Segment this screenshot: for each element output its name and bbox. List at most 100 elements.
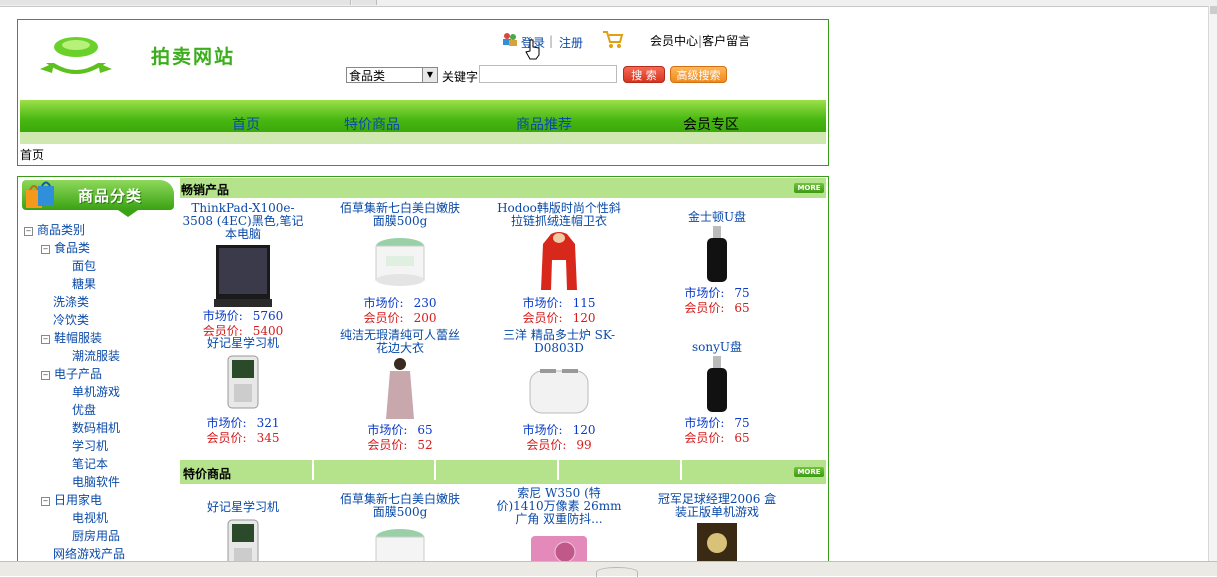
product-name[interactable]: 纯洁无瑕清纯可人蕾丝花边大衣 — [335, 329, 465, 355]
market-price: 市场价: 75 — [684, 416, 750, 430]
market-price: 市场价: 120 — [522, 423, 596, 437]
product-name[interactable]: Hodoo韩版时尚个性斜拉链抓绒连帽卫衣 — [494, 202, 624, 228]
product-name[interactable]: ThinkPad-X100e-3508 (4EC)黑色,笔记本电脑 — [178, 202, 308, 241]
collapse-icon[interactable]: − — [24, 227, 33, 236]
usb-drive-image[interactable] — [704, 356, 730, 416]
product-name[interactable]: 三洋 精品多士炉 SK-D0803D — [494, 329, 624, 355]
site-name: 拍卖网站 — [151, 46, 236, 68]
special-section-header: 特价商品 MORE — [180, 460, 826, 484]
tree-item-laptops[interactable]: 笔记本 — [72, 455, 108, 472]
main-nav: 首页 特价商品 商品推荐 会员专区 — [20, 100, 826, 144]
product-card[interactable]: 佰草集新七白美白嫩肤面膜500g 市场价: 230 会员价: 200 — [335, 202, 465, 326]
product-name[interactable]: 索尼 W350 (特价)1410万像素 26mm广角 双重防抖... — [494, 487, 624, 526]
category-select[interactable]: 食品类 ▼ — [346, 67, 438, 83]
member-price: 会员价: 345 — [206, 431, 280, 445]
category-title: 商品分类 — [78, 187, 143, 205]
product-card[interactable]: 冠军足球经理2006 盒装正版单机游戏 — [652, 493, 782, 567]
product-card[interactable]: 好记星学习机 — [178, 501, 308, 567]
breadcrumb: 首页 — [20, 148, 45, 162]
tree-item-kitchen[interactable]: 厨房用品 — [72, 527, 120, 544]
guestbook-link[interactable]: 客户留言 — [702, 34, 750, 48]
product-area: 畅销产品 MORE ThinkPad-X100e-3508 (4EC)黑色,笔记… — [178, 176, 829, 568]
browser-tabstrip — [0, 0, 1217, 7]
laptop-image[interactable] — [214, 243, 272, 309]
more-button[interactable]: MORE — [794, 467, 824, 477]
tree-item-food[interactable]: − 食品类 — [41, 239, 90, 256]
nav-recommended[interactable]: 商品推荐 — [516, 114, 572, 134]
member-price: 会员价: 52 — [367, 438, 433, 452]
collapse-icon[interactable]: − — [41, 371, 50, 380]
tree-item-learning[interactable]: 学习机 — [72, 437, 108, 454]
tree-item-fashion[interactable]: 潮流服装 — [72, 347, 120, 364]
search-button[interactable]: 搜 索 — [623, 66, 665, 83]
browser-tab[interactable] — [0, 0, 351, 5]
learning-device-image[interactable] — [226, 354, 260, 410]
users-icon — [503, 33, 517, 46]
product-card[interactable]: 纯洁无瑕清纯可人蕾丝花边大衣 市场价: 65 会员价: 52 — [335, 329, 465, 453]
more-button[interactable]: MORE — [794, 183, 824, 193]
product-card[interactable]: 三洋 精品多士炉 SK-D0803D 市场价: 120 会员价: 99 — [494, 329, 624, 453]
product-name[interactable]: 好记星学习机 — [178, 501, 308, 514]
face-mask-image[interactable] — [370, 230, 430, 296]
product-card[interactable]: 好记星学习机 市场价: 321 会员价: 345 — [178, 337, 308, 446]
toaster-image[interactable] — [526, 357, 592, 423]
tree-item-software[interactable]: 电脑软件 — [72, 473, 120, 490]
nav-specials[interactable]: 特价商品 — [344, 114, 400, 134]
tree-root[interactable]: − 商品类别 — [24, 221, 85, 238]
category-header-tail — [118, 210, 138, 217]
product-name[interactable]: 佰草集新七白美白嫩肤面膜500g — [335, 202, 465, 228]
hoodie-image[interactable] — [539, 230, 579, 296]
tree-item-tv[interactable]: 电视机 — [72, 509, 108, 526]
column-divider — [557, 460, 559, 480]
product-card[interactable]: 金士顿U盘 市场价: 75 会员价: 65 — [652, 211, 782, 316]
tree-item-cameras[interactable]: 数码相机 — [72, 419, 120, 436]
market-price: 市场价: 321 — [206, 416, 280, 430]
column-divider — [434, 460, 436, 480]
product-card[interactable]: sonyU盘 市场价: 75 会员价: 65 — [652, 341, 782, 446]
collapse-icon[interactable]: − — [41, 245, 50, 254]
vertical-scrollbar[interactable] — [1208, 6, 1217, 566]
market-price: 市场价: 230 — [363, 296, 437, 310]
product-card[interactable]: 佰草集新七白美白嫩肤面膜500g — [335, 493, 465, 567]
tree-item-apparel[interactable]: − 鞋帽服装 — [41, 329, 102, 346]
category-select-value: 食品类 — [349, 69, 386, 83]
product-name[interactable]: 冠军足球经理2006 盒装正版单机游戏 — [652, 493, 782, 519]
product-card[interactable]: 索尼 W350 (特价)1410万像素 26mm广角 双重防抖... — [494, 487, 624, 567]
special-section-title: 特价商品 — [183, 467, 232, 481]
browser-tab[interactable] — [352, 0, 377, 5]
product-name[interactable]: sonyU盘 — [652, 341, 782, 354]
collapse-icon[interactable]: − — [41, 497, 50, 506]
keyword-input[interactable] — [479, 65, 617, 83]
tree-item-electronics[interactable]: − 电子产品 — [41, 365, 102, 382]
register-link[interactable]: 注册 — [559, 34, 583, 51]
keyword-label: 关键字 — [442, 70, 479, 84]
nav-home[interactable]: 首页 — [232, 114, 260, 134]
chevron-down-icon[interactable]: ▼ — [422, 68, 437, 82]
cart-icon[interactable] — [602, 29, 624, 49]
tree-item-games[interactable]: 单机游戏 — [72, 383, 120, 400]
tree-item-bread[interactable]: 面包 — [72, 257, 96, 274]
member-center-link[interactable]: 会员中心 — [650, 34, 698, 48]
usb-drive-image[interactable] — [704, 226, 730, 286]
site-logo — [40, 37, 112, 74]
market-price: 市场价: 65 — [367, 423, 433, 437]
product-name[interactable]: 好记星学习机 — [178, 337, 308, 350]
tree-item-appliances[interactable]: − 日用家电 — [41, 491, 102, 508]
nav-member-zone[interactable]: 会员专区 — [683, 114, 739, 134]
tree-item-detergent[interactable]: 洗涤类 — [53, 293, 89, 310]
coat-image[interactable] — [382, 357, 418, 423]
tree-item-online-games[interactable]: 网络游戏产品 — [53, 545, 125, 562]
advanced-search-button[interactable]: 高级搜索 — [670, 66, 727, 83]
market-price: 市场价: 5760 — [202, 309, 284, 323]
site-header: 拍卖网站 登录 | 注册 会员中心|客户留言 食品类▼ 关键字 搜 索 高级搜索… — [17, 19, 829, 166]
product-card[interactable]: Hodoo韩版时尚个性斜拉链抓绒连帽卫衣 市场价: 115 会员价: 120 — [494, 202, 624, 326]
tree-item-candy[interactable]: 糖果 — [72, 275, 96, 292]
product-name[interactable]: 金士顿U盘 — [652, 211, 782, 224]
tree-item-cold-drinks[interactable]: 冷饮类 — [53, 311, 89, 328]
hot-section-header: 畅销产品 MORE — [180, 178, 826, 198]
product-card[interactable]: ThinkPad-X100e-3508 (4EC)黑色,笔记本电脑 市场价: 57… — [178, 202, 308, 339]
product-name[interactable]: 佰草集新七白美白嫩肤面膜500g — [335, 493, 465, 519]
tree-item-usb[interactable]: 优盘 — [72, 401, 96, 418]
collapse-icon[interactable]: − — [41, 335, 50, 344]
scroll-arrow-icon[interactable] — [1210, 6, 1217, 14]
